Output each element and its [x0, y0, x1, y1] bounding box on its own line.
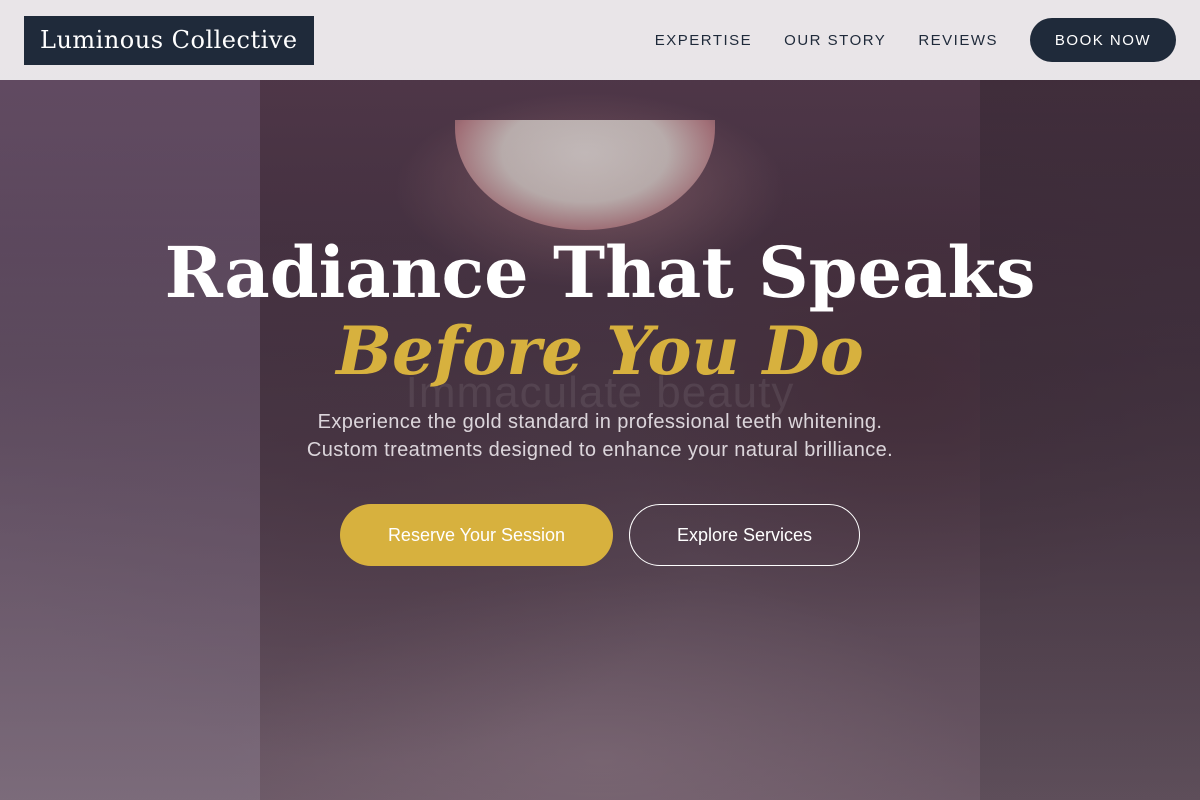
nav-link-reviews[interactable]: REVIEWS: [918, 32, 998, 49]
hero-cta-row: Reserve Your Session Explore Services: [0, 504, 1200, 566]
nav-link-our-story[interactable]: OUR STORY: [784, 32, 886, 49]
hero-content: Radiance That Speaks Before You Do Exper…: [0, 230, 1200, 566]
nav-link-expertise[interactable]: EXPERTISE: [655, 32, 752, 49]
hero-subtext-line-1: Experience the gold standard in professi…: [317, 411, 883, 433]
main-nav: EXPERTISE OUR STORY REVIEWS BOOK NOW: [623, 18, 1176, 62]
book-now-button[interactable]: BOOK NOW: [1030, 18, 1176, 62]
site-logo[interactable]: Luminous Collective: [24, 15, 314, 65]
hero-subtext: Experience the gold standard in professi…: [0, 408, 1200, 464]
hero-headline: Radiance That Speaks Before You Do: [0, 230, 1200, 386]
hero-headline-line-2: Before You Do: [336, 312, 864, 390]
reserve-session-button[interactable]: Reserve Your Session: [340, 504, 613, 566]
hero-subtext-line-2: Custom treatments designed to enhance yo…: [306, 439, 894, 461]
hero-headline-line-1: Radiance That Speaks: [164, 231, 1036, 314]
hero-section: Immaculate beauty Luminous Collective EX…: [0, 0, 1200, 800]
explore-services-button[interactable]: Explore Services: [629, 504, 860, 566]
site-header: Luminous Collective EXPERTISE OUR STORY …: [0, 0, 1200, 80]
